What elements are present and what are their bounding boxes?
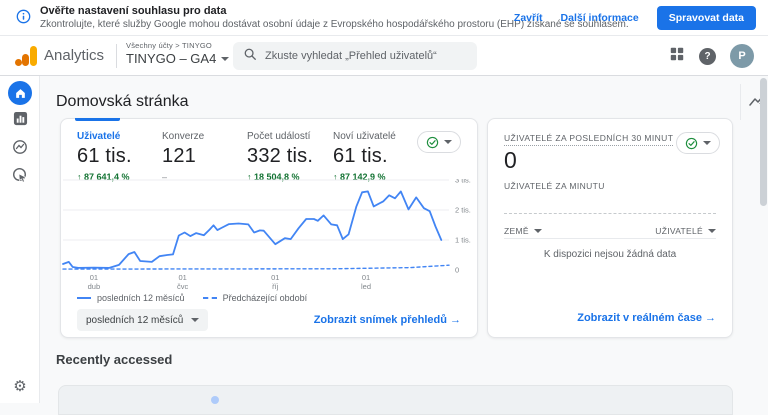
header-divider [116, 44, 117, 68]
home-icon [8, 81, 32, 105]
search-input[interactable] [265, 50, 467, 62]
help-icon[interactable]: ? [699, 47, 716, 65]
per-minute-baseline [504, 213, 716, 214]
metric-new-users[interactable]: Noví uživatelé 61 tis. ↑ 87 142,9 % [333, 131, 396, 182]
dashed-line-swatch [202, 297, 217, 299]
svg-text:2 tis.: 2 tis. [455, 206, 471, 215]
consent-banner: Ověřte nastavení souhlasu pro data Zkont… [0, 0, 768, 36]
search-bar[interactable] [233, 42, 477, 70]
metric-conversions[interactable]: Konverze 121 – [162, 131, 204, 182]
chart-legend: posledních 12 měsíců Předcházející obdob… [77, 293, 307, 303]
view-realtime-link[interactable]: Zobrazit v reálném čase → [577, 312, 716, 324]
insights-divider [740, 84, 741, 120]
svg-text:1 tis.: 1 tis. [455, 236, 471, 245]
chevron-down-icon [221, 56, 230, 61]
legend-current-period: posledních 12 měsíců [77, 293, 185, 303]
users-column-header[interactable]: UŽIVATELÉ [655, 223, 716, 238]
users-per-minute-label: UŽIVATELÉ ZA MINUTU [504, 181, 605, 191]
data-quality-dropdown[interactable] [417, 131, 461, 153]
product-name: Analytics [44, 47, 105, 64]
date-range-dropdown[interactable]: posledních 12 měsíců [77, 309, 209, 331]
info-icon [16, 9, 31, 29]
active-metric-tab-indicator [75, 118, 120, 121]
page-scrollbar[interactable] [760, 78, 767, 206]
manage-data-button[interactable]: Spravovat data [656, 6, 756, 30]
metric-users[interactable]: Uživatelé 61 tis. ↑ 87 641,4 % [77, 131, 132, 182]
realtime-card: UŽIVATELÉ ZA POSLEDNÍCH 30 MINUT 0 UŽIVA… [487, 118, 733, 338]
metric-event-count[interactable]: Počet událostí 332 tis. ↑ 18 504,8 % [247, 131, 313, 182]
page-title: Domovská stránka [56, 93, 189, 110]
svg-text:říj: říj [272, 282, 279, 291]
chevron-down-icon [444, 140, 452, 144]
data-quality-dropdown[interactable] [676, 132, 720, 154]
realtime-title[interactable]: UŽIVATELÉ ZA POSLEDNÍCH 30 MINUT [504, 133, 674, 146]
admin-gear-icon[interactable]: ⚙ [0, 377, 40, 395]
account-switcher[interactable]: Všechny účty > TINYGO TINYGO – GA4 [126, 41, 230, 66]
banner-learn-more-link[interactable]: Další informace [561, 12, 639, 24]
home-overview-card: Uživatelé 61 tis. ↑ 87 641,4 % Konverze … [60, 118, 478, 338]
sidebar-item-home[interactable] [0, 79, 40, 107]
solid-line-swatch [77, 297, 91, 299]
country-column-header[interactable]: ZEMĚ [504, 223, 542, 238]
chevron-down-icon [191, 318, 200, 322]
svg-text:0: 0 [455, 266, 459, 275]
left-navigation: ⚙ [0, 76, 40, 403]
svg-text:01: 01 [90, 273, 98, 282]
legend-previous-period: Předcházející období [202, 293, 307, 303]
svg-text:čvc: čvc [177, 282, 189, 291]
sidebar-item-explore[interactable] [0, 135, 40, 163]
svg-text:3 tis.: 3 tis. [455, 179, 471, 185]
svg-text:led: led [361, 282, 371, 291]
account-breadcrumb: Všechny účty > TINYGO [126, 41, 212, 50]
analytics-logo-icon [14, 45, 38, 67]
reports-snapshot-link[interactable]: Zobrazit snímek přehledů → [314, 314, 461, 326]
avatar[interactable]: P [730, 44, 754, 68]
check-circle-icon [685, 137, 698, 149]
svg-text:01: 01 [271, 273, 279, 282]
bar-chart-icon [13, 111, 28, 131]
sidebar-item-advertising[interactable] [0, 163, 40, 191]
banner-close-button[interactable]: Zavřít [514, 12, 543, 24]
svg-text:01: 01 [178, 273, 186, 282]
users-chart: 3 tis.2 tis.1 tis.001dub01čvc01říj01led [62, 179, 471, 291]
realtime-table-header: ZEMĚ UŽIVATELÉ [504, 223, 716, 239]
banner-title: Ověřte nastavení souhlasu pro data [40, 5, 227, 17]
apps-grid-icon[interactable] [669, 46, 685, 67]
chevron-down-icon [533, 228, 542, 233]
search-icon [243, 47, 257, 66]
sidebar-item-reports[interactable] [0, 107, 40, 135]
chevron-down-icon [703, 141, 711, 145]
recently-accessed-title: Recently accessed [56, 352, 173, 367]
property-name: TINYGO – GA4 [126, 51, 217, 66]
no-data-message: K dispozici nejsou žádná data [543, 249, 677, 260]
svg-text:dub: dub [88, 282, 101, 291]
svg-text:01: 01 [362, 273, 370, 282]
realtime-users-value: 0 [504, 147, 517, 173]
chevron-down-icon [708, 228, 716, 233]
advertising-icon [12, 167, 28, 188]
check-circle-icon [426, 136, 439, 148]
main-content: Domovská stránka Uživatelé 61 tis. ↑ 87 … [40, 76, 768, 415]
recently-accessed-card[interactable] [58, 385, 733, 415]
app-header: Analytics Všechny účty > TINYGO TINYGO –… [0, 36, 768, 76]
explore-icon [12, 139, 28, 160]
